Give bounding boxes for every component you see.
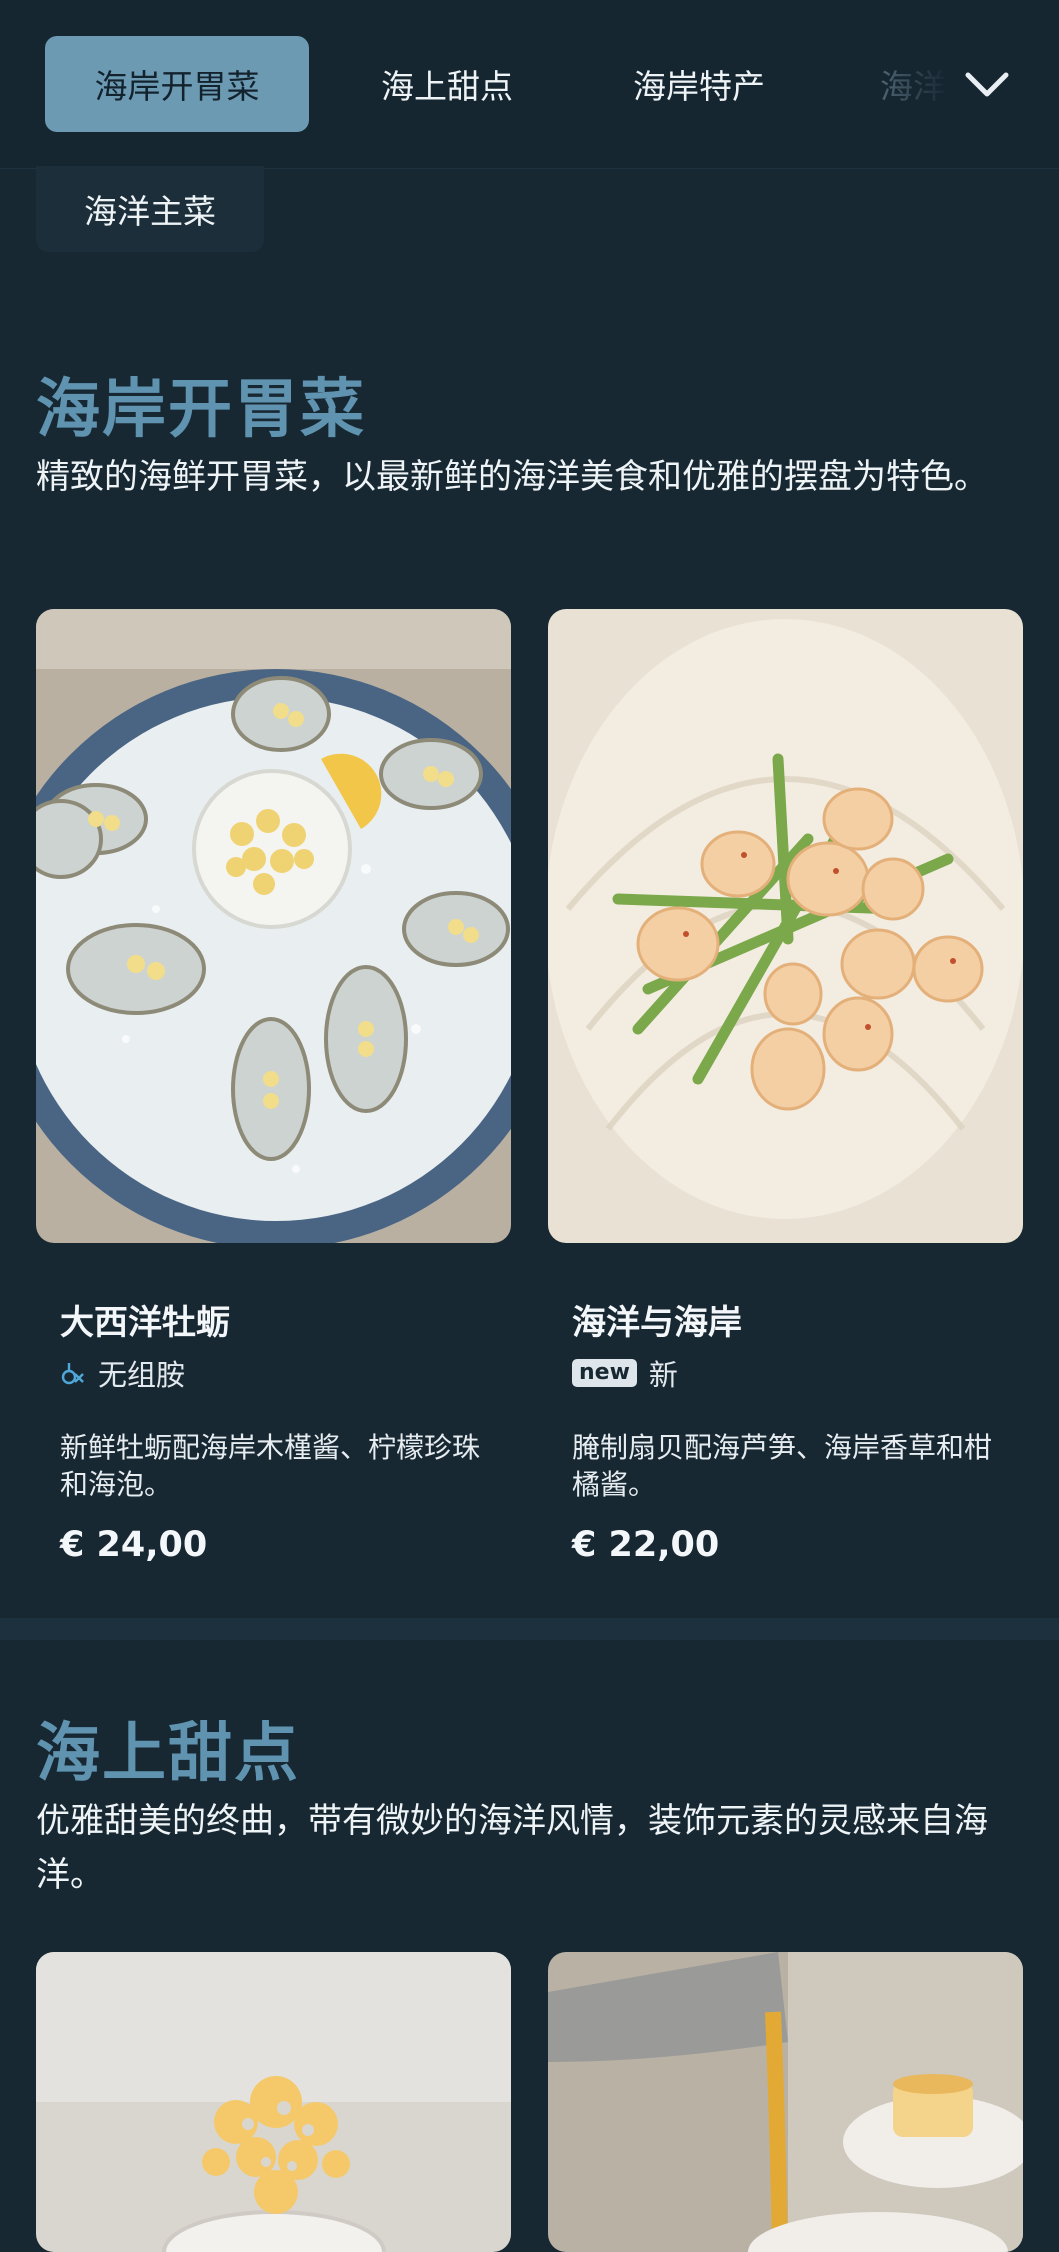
coral-dessert-image (36, 1952, 511, 2252)
chevron-down-icon[interactable] (962, 62, 1012, 106)
dietary-tag: 无组胺 (60, 1353, 185, 1393)
category-nav: 海岸开胃菜 海上甜点 海岸特产 海洋 (0, 0, 1059, 169)
menu-item-card[interactable]: 大西洋牡蛎 无组胺 新鲜牡蛎配海岸木槿酱、柠檬珍珠和海泡。 € 24,00 (36, 609, 511, 1589)
section-description: 优雅甜美的终曲，带有微妙的海洋风情，装饰元素的灵感来自海洋。 (36, 1801, 988, 1895)
dietary-tag: new 新 (572, 1353, 678, 1393)
section-title: 海岸开胃菜 (36, 373, 366, 447)
section-description: 精致的海鲜开胃菜，以最新鲜的海洋美食和优雅的摆盘为特色。 (36, 457, 988, 497)
nav-fade-overlay (860, 0, 1059, 168)
new-badge: new (572, 1359, 637, 1387)
tab-coastal-specialties[interactable]: 海岸特产 (592, 36, 806, 132)
section-divider (0, 1618, 1059, 1640)
section-title: 海上甜点 (36, 1717, 300, 1791)
sauce-pour-dessert-image (548, 1952, 1023, 2252)
tab-ocean-mains[interactable]: 海洋主菜 (36, 166, 264, 252)
tab-coastal-appetizers[interactable]: 海岸开胃菜 (45, 36, 309, 132)
menu-item-card[interactable] (36, 1952, 511, 2252)
menu-item-card[interactable]: 海洋与海岸 new 新 腌制扇贝配海芦笋、海岸香草和柑橘酱。 € 22,00 (548, 609, 1023, 1589)
menu-item-name: 海洋与海岸 (572, 1303, 742, 1343)
dietary-tag-label: 无组胺 (98, 1358, 186, 1392)
menu-item-price: € 22,00 (572, 1525, 720, 1565)
menu-item-price: € 24,00 (60, 1525, 208, 1565)
menu-item-card[interactable] (548, 1952, 1023, 2252)
histamine-free-icon (60, 1360, 86, 1386)
menu-item-description: 新鲜牡蛎配海岸木槿酱、柠檬珍珠和海泡。 (60, 1431, 481, 1501)
menu-item-name: 大西洋牡蛎 (60, 1303, 230, 1343)
oyster-platter-image (36, 609, 511, 1243)
scallop-dish-image (548, 609, 1023, 1243)
tab-sea-desserts[interactable]: 海上甜点 (340, 36, 554, 132)
dietary-tag-label: 新 (648, 1358, 678, 1392)
new-badge-icon: new (572, 1359, 637, 1387)
menu-item-description: 腌制扇贝配海芦笋、海岸香草和柑橘酱。 (572, 1431, 993, 1501)
